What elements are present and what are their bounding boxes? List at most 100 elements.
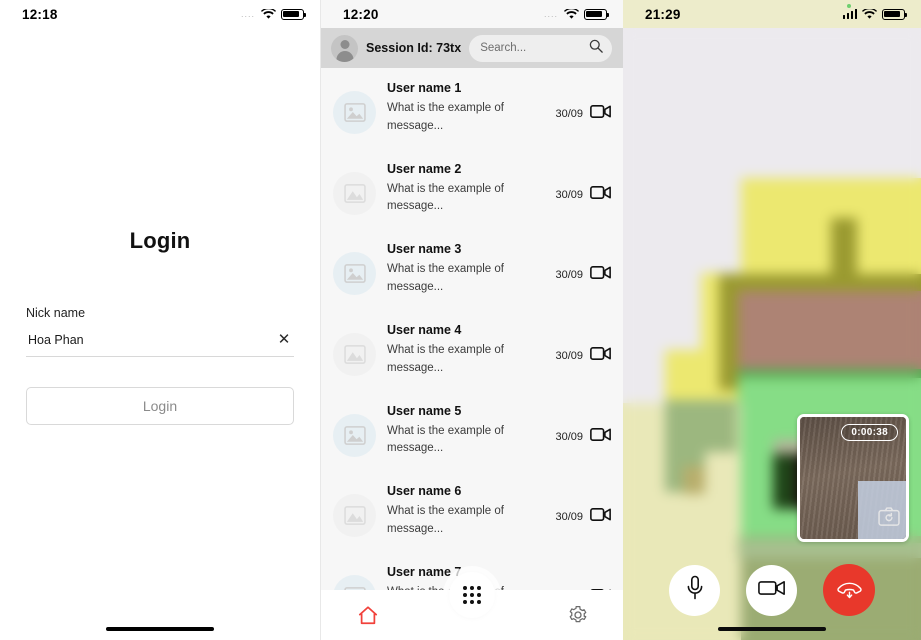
close-x-icon[interactable]: ✕ — [276, 332, 292, 347]
status-bar-indicators: .... — [543, 8, 609, 20]
conversation-date: 30/09 — [555, 108, 583, 120]
conversation-text: User name 5 What is the example of messag… — [387, 404, 544, 459]
conversation-text: User name 1 What is the example of messag… — [387, 81, 544, 136]
conversation-date: 30/09 — [555, 188, 583, 201]
conversation-date: 30/09 — [555, 511, 583, 524]
conversation-meta: 30/09 — [555, 507, 611, 527]
status-bar-indicators: .... — [240, 8, 306, 20]
image-placeholder-mountain-icon — [333, 332, 376, 376]
mute-microphone-button[interactable] — [669, 564, 720, 616]
grid-dots-icon[interactable] — [449, 572, 495, 618]
image-placeholder-mountain-icon — [333, 171, 376, 215]
signal-dots-icon: .... — [543, 9, 558, 19]
search-box[interactable] — [469, 34, 613, 62]
home-indicator — [718, 626, 826, 631]
page-title: Login — [129, 228, 191, 253]
conversation-date: 30/09 — [555, 349, 583, 362]
conversation-row[interactable]: User name 6 What is the example of messag… — [321, 471, 623, 552]
status-bar-time: 12:18 — [22, 6, 58, 22]
call-duration-timer: 0:00:38 — [841, 424, 898, 441]
conversation-row[interactable]: User name 3 What is the example of messag… — [321, 229, 623, 310]
self-video-pip[interactable]: 0:00:38 — [797, 414, 909, 542]
conversation-meta: 30/09 — [555, 185, 611, 205]
conversation-date: 30/09 — [555, 269, 583, 282]
green-dot-icon — [847, 4, 851, 8]
remote-video-feed — [623, 28, 921, 640]
call-controls — [623, 560, 921, 620]
conversation-meta: 30/09 — [555, 427, 611, 447]
login-button[interactable]: Login — [26, 387, 294, 425]
video-camera-icon — [757, 578, 786, 603]
phone-hangup-icon — [836, 576, 863, 605]
conversation-date: 30/09 — [555, 430, 583, 443]
conversation-message-preview: What is the example of message... — [387, 505, 504, 535]
conversation-list-screen: 12:20 .... Session Id: 73tx User name 1 W… — [320, 0, 623, 640]
video-blur-overlay — [623, 28, 921, 640]
nickname-label: Nick name — [26, 306, 86, 320]
conversation-meta: 30/09 — [555, 104, 611, 124]
session-id-label: Session Id: 73tx — [366, 41, 462, 55]
conversation-user-name: User name 6 — [387, 484, 462, 499]
conversation-row[interactable]: User name 1 What is the example of messag… — [321, 68, 623, 149]
home-icon[interactable] — [357, 605, 379, 626]
login-screen: 12:18 .... Login Nick name Hoa Phan ✕ Lo… — [0, 0, 320, 640]
login-form: Login Nick name Hoa Phan ✕ Login — [0, 228, 320, 425]
home-indicator — [106, 626, 214, 631]
video-camera-icon[interactable] — [590, 104, 611, 124]
image-placeholder-photo-icon — [333, 91, 376, 134]
gear-icon[interactable] — [568, 605, 588, 625]
image-placeholder-mountain-icon — [333, 494, 376, 538]
status-bar-indicators — [842, 8, 907, 20]
conversation-user-name: User name 5 — [387, 403, 462, 418]
conversation-user-name: User name 2 — [387, 161, 462, 176]
status-bar-time: 12:20 — [343, 6, 379, 22]
camera-flip-icon[interactable] — [878, 507, 900, 531]
conversation-message-preview: What is the example of message... — [387, 182, 504, 213]
search-icon[interactable] — [589, 39, 603, 58]
video-call-screen: 21:29 0:00:38 — [623, 0, 921, 640]
video-camera-icon[interactable] — [590, 507, 611, 527]
conversation-row[interactable]: User name 5 What is the example of messag… — [321, 391, 623, 472]
battery-icon — [281, 8, 306, 20]
conversation-meta: 30/09 — [555, 346, 611, 366]
conversation-list[interactable]: User name 1 What is the example of messag… — [321, 68, 623, 590]
microphone-icon — [685, 575, 705, 606]
conversation-row[interactable]: User name 2 What is the example of messag… — [321, 149, 623, 230]
wifi-icon — [261, 8, 276, 20]
video-camera-icon[interactable] — [590, 265, 611, 285]
nickname-input[interactable]: Hoa Phan — [28, 333, 84, 347]
signal-dots-icon: .... — [240, 9, 255, 19]
conversation-text: User name 3 What is the example of messag… — [387, 242, 544, 297]
video-camera-icon[interactable] — [590, 185, 611, 205]
video-camera-icon[interactable] — [590, 346, 611, 366]
wifi-icon — [862, 8, 877, 20]
conversation-text: User name 2 What is the example of messag… — [387, 162, 544, 217]
image-placeholder-photo-icon — [333, 574, 376, 590]
conversation-message-preview: What is the example of message... — [387, 424, 504, 455]
list-header: Session Id: 73tx — [321, 28, 623, 68]
battery-icon — [882, 8, 907, 20]
conversation-user-name: User name 4 — [387, 322, 462, 337]
conversation-row[interactable]: User name 4 What is the example of messag… — [321, 310, 623, 391]
conversation-message-preview: What is the example of message... — [387, 263, 504, 294]
toggle-camera-button[interactable] — [746, 564, 797, 616]
conversation-text: User name 4 What is the example of messag… — [387, 323, 544, 378]
search-input[interactable] — [480, 42, 584, 54]
cellular-bars-icon — [842, 9, 857, 19]
conversation-user-name: User name 1 — [387, 81, 462, 95]
three-phone-screens: 12:18 .... Login Nick name Hoa Phan ✕ Lo… — [0, 0, 921, 640]
status-bar: 21:29 — [623, 0, 921, 28]
conversation-meta: 30/09 — [555, 265, 611, 285]
status-bar-time: 21:29 — [645, 6, 681, 22]
status-bar: 12:20 .... — [321, 0, 623, 28]
person-avatar-icon[interactable] — [331, 34, 358, 62]
nickname-field-row[interactable]: Hoa Phan ✕ — [26, 320, 294, 357]
image-placeholder-photo-icon — [333, 252, 376, 296]
end-call-button[interactable] — [823, 564, 875, 616]
conversation-text: User name 6 What is the example of messag… — [387, 484, 544, 539]
conversation-message-preview: What is the example of message... — [387, 102, 504, 132]
conversation-user-name: User name 3 — [387, 242, 462, 257]
video-camera-icon[interactable] — [590, 427, 611, 447]
wifi-icon — [564, 8, 579, 20]
image-placeholder-photo-icon — [333, 413, 376, 457]
